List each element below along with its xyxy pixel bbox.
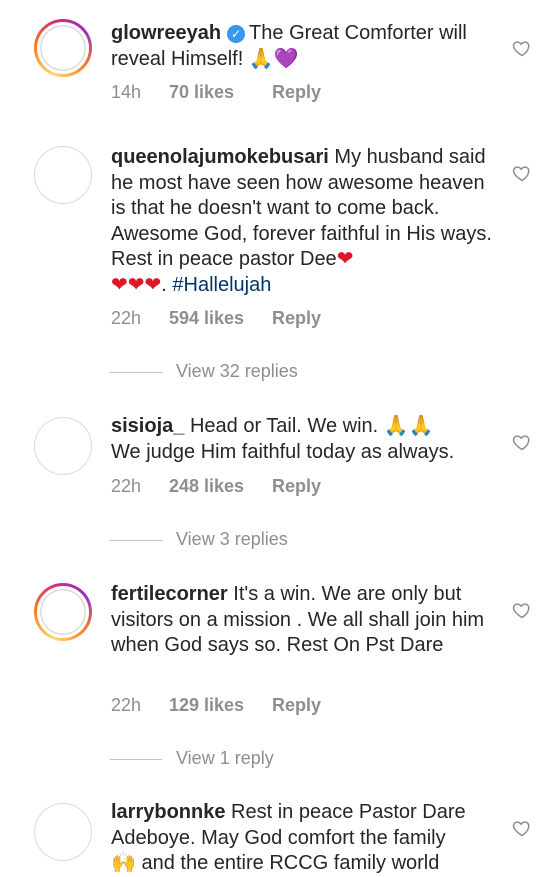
comment-emojis: 🙏🙏 [383,415,434,437]
heart-outline-icon[interactable] [512,818,532,838]
avatar[interactable] [34,146,92,204]
heart-outline-icon[interactable] [512,432,532,452]
comment-body-2: and the entire RCCG family world [141,852,440,874]
comment-username[interactable]: glowreeyah [111,22,221,44]
comment-username[interactable]: larrybonnke [111,801,225,823]
verified-badge-icon: ✓ [227,25,246,43]
comment-body-tail: . [161,273,173,296]
comment-username[interactable]: fertilecorner [111,583,228,605]
reply-button[interactable]: Reply [272,308,321,329]
comment-text: fertilecorner It's a win. We are only bu… [111,582,495,659]
comment-likes[interactable]: 70 likes [169,82,272,103]
avatar[interactable] [34,803,92,861]
comment-likes[interactable]: 129 likes [169,695,272,716]
comment-text: sisioja_ Head or Tail. We win. 🙏🙏 We jud… [111,414,495,465]
comment-body-2: We judge Him faithful today as always. [111,440,455,463]
hearts-emoji: ❤❤❤ [111,273,162,296]
comment-username[interactable]: queenolajumokebusari [111,146,329,168]
avatar[interactable] [34,417,92,475]
view-replies-button[interactable]: View 32 replies [110,361,298,382]
comment-meta: 22h 594 likes Reply [111,308,321,329]
comment-emojis: 🙏💜 [248,47,299,70]
reply-button[interactable]: Reply [272,695,321,716]
comment-meta: 22h 248 likes Reply [111,476,321,497]
avatar-image [37,586,89,638]
view-replies-label: View 1 reply [176,748,274,768]
comment-likes[interactable]: 248 likes [169,476,272,497]
hashtag-link[interactable]: #Hallelujah [172,274,271,296]
view-replies-label: View 3 replies [176,529,288,549]
divider [110,758,162,760]
divider [110,539,162,541]
comment-time: 22h [111,476,142,496]
divider [110,371,162,373]
comment-likes[interactable]: 594 likes [169,308,272,329]
comment-time: 14h [111,82,142,102]
avatar[interactable] [34,19,92,77]
comment-meta: 14h 70 likes Reply [111,82,321,103]
heart-outline-icon[interactable] [512,163,532,183]
comment-text: queenolajumokebusari My husband said he … [111,145,495,298]
avatar[interactable] [34,583,92,641]
avatar-image [37,22,89,74]
comment-meta: 22h 129 likes Reply [111,695,321,716]
comment-text: larrybonnke Rest in peace Pastor Dare Ad… [111,800,495,877]
comment-emojis: 🙌 [111,852,136,874]
reply-button[interactable]: Reply [272,82,321,103]
comment-time: 22h [111,695,142,715]
view-replies-label: View 32 replies [176,361,298,381]
heart-emoji: ❤ [336,248,354,270]
comment-text: glowreeyah ✓ The Great Comforter will reve… [111,21,495,72]
comment-body: Head or Tail. We win. [189,415,379,437]
heart-outline-icon[interactable] [512,600,532,620]
heart-outline-icon[interactable] [512,38,532,58]
view-replies-button[interactable]: View 3 replies [110,529,288,550]
reply-button[interactable]: Reply [272,476,321,497]
comment-time: 22h [111,308,142,328]
view-replies-button[interactable]: View 1 reply [110,748,274,769]
comment-username[interactable]: sisioja_ [111,415,184,437]
